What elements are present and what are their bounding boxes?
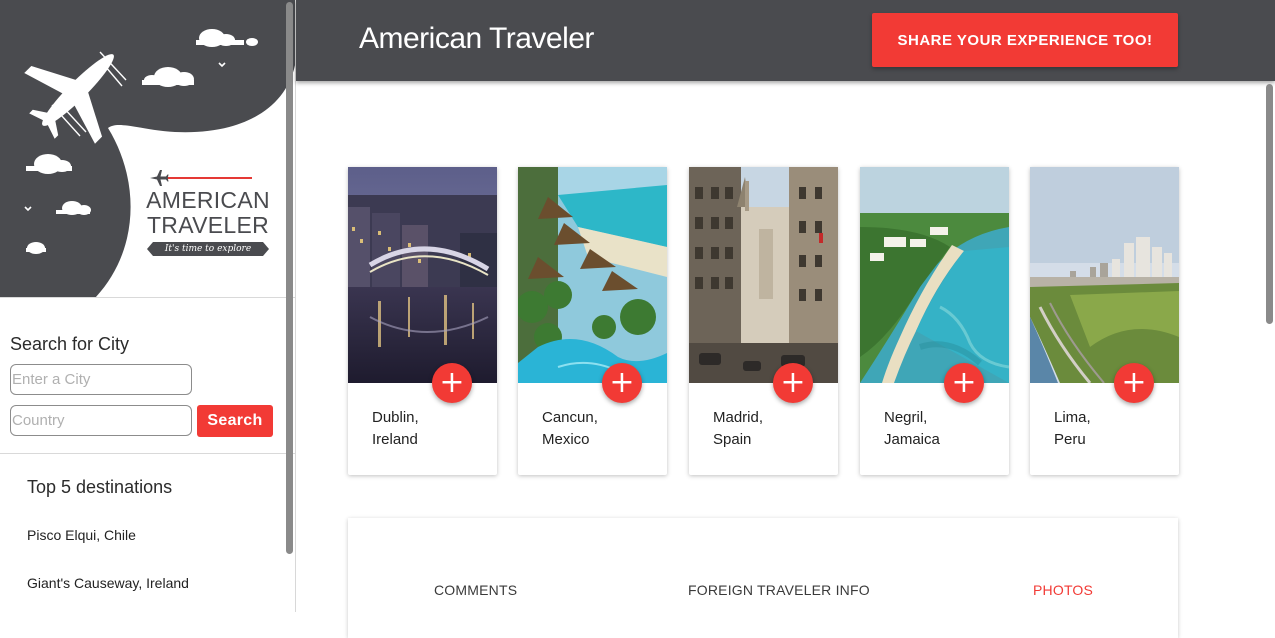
add-destination-button[interactable]: + xyxy=(602,363,642,403)
sidebar: AMERICAN TRAVELER It's time to explore S… xyxy=(0,0,296,612)
destination-card-negril[interactable]: + Negril, Jamaica xyxy=(860,167,1009,475)
city-search-panel: Search for City Search xyxy=(0,298,295,454)
add-destination-button[interactable]: + xyxy=(1114,363,1154,403)
airplane-icon xyxy=(150,170,169,186)
destination-country: Spain xyxy=(713,431,752,448)
add-destination-button[interactable]: + xyxy=(773,363,813,403)
city-input[interactable] xyxy=(10,364,192,395)
add-destination-button[interactable]: + xyxy=(432,363,472,403)
destination-photo-cancun xyxy=(518,167,667,383)
plus-icon: + xyxy=(951,365,977,400)
top-destinations-panel: Top 5 destinations Pisco Elqui, Chile Gi… xyxy=(0,455,295,612)
tab-foreign-traveler-info[interactable]: FOREIGN TRAVELER INFO xyxy=(688,582,870,598)
top-destinations-title: Top 5 destinations xyxy=(27,477,173,497)
main-scrollbar[interactable] xyxy=(1266,84,1273,324)
destination-caption: Dublin, Ireland xyxy=(372,407,482,451)
destination-photo-lima xyxy=(1030,167,1179,383)
page-title: American Traveler xyxy=(359,22,594,55)
destination-city: Madrid, xyxy=(713,409,764,426)
destination-card-cancun[interactable]: + Cancun, Mexico xyxy=(518,167,667,475)
destination-photo-negril xyxy=(860,167,1009,383)
destination-country: Ireland xyxy=(372,431,418,448)
logo-line-2: TRAVELER xyxy=(146,212,270,238)
destination-list-item[interactable]: Giant's Causeway, Ireland xyxy=(27,575,189,591)
logo-line-1: AMERICAN xyxy=(146,187,270,213)
plus-icon: + xyxy=(1121,365,1147,400)
country-input[interactable] xyxy=(10,405,192,436)
sidebar-scrollbar[interactable] xyxy=(286,2,293,554)
destination-caption: Lima, Peru xyxy=(1054,407,1164,451)
add-destination-button[interactable]: + xyxy=(944,363,984,403)
plus-icon: + xyxy=(609,365,635,400)
top-app-bar: American Traveler SHARE YOUR EXPERIENCE … xyxy=(296,0,1275,81)
info-tabs-panel: COMMENTS FOREIGN TRAVELER INFO PHOTOS xyxy=(348,518,1178,638)
sidebar-hero-illustration: AMERICAN TRAVELER It's time to explore xyxy=(0,0,295,298)
share-experience-button[interactable]: SHARE YOUR EXPERIENCE TOO! xyxy=(872,13,1178,67)
brand-logo: AMERICAN TRAVELER It's time to explore xyxy=(146,168,270,256)
destination-card-dublin[interactable]: + Dublin, Ireland xyxy=(348,167,497,475)
search-button[interactable]: Search xyxy=(197,405,273,437)
tab-photos[interactable]: PHOTOS xyxy=(1033,582,1093,598)
destination-city: Cancun, xyxy=(542,409,598,426)
plus-icon: + xyxy=(780,365,806,400)
tab-comments[interactable]: COMMENTS xyxy=(434,582,517,598)
destination-city: Lima, xyxy=(1054,409,1091,426)
destination-caption: Negril, Jamaica xyxy=(884,407,994,451)
destination-city: Negril, xyxy=(884,409,928,426)
destination-card-lima[interactable]: + Lima, Peru xyxy=(1030,167,1179,475)
destination-caption: Madrid, Spain xyxy=(713,407,823,451)
search-title: Search for City xyxy=(10,334,130,354)
destination-city: Dublin, xyxy=(372,409,419,426)
destination-country: Peru xyxy=(1054,431,1086,448)
destination-country: Mexico xyxy=(542,431,590,448)
destination-photo-dublin xyxy=(348,167,497,383)
destination-country: Jamaica xyxy=(884,431,940,448)
destination-caption: Cancun, Mexico xyxy=(542,407,652,451)
logo-tagline: It's time to explore xyxy=(146,242,270,256)
destination-card-madrid[interactable]: + Madrid, Spain xyxy=(689,167,838,475)
destination-photo-madrid xyxy=(689,167,838,383)
logo-plane-rule xyxy=(146,168,270,188)
destination-list-item[interactable]: Pisco Elqui, Chile xyxy=(27,527,136,543)
plus-icon: + xyxy=(439,365,465,400)
